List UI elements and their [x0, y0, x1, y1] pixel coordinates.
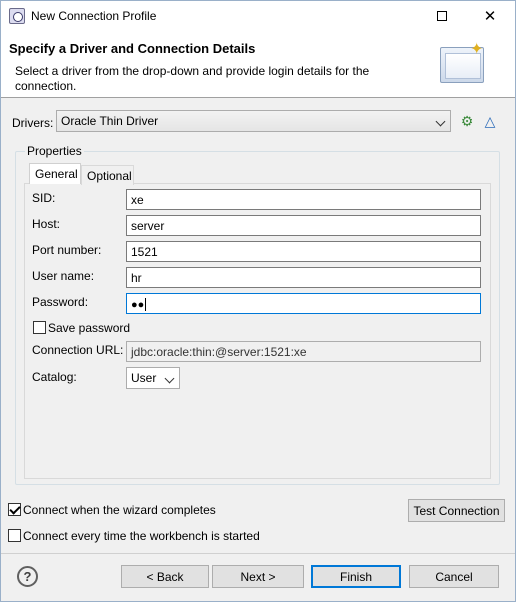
chevron-down-icon [164, 373, 175, 384]
password-value: ●● [131, 299, 145, 311]
wizard-banner: Specify a Driver and Connection Details … [1, 31, 515, 98]
help-icon[interactable]: ? [17, 566, 38, 587]
app-icon [9, 8, 25, 24]
tab-optional[interactable]: Optional [81, 165, 134, 185]
catalog-selected: User [131, 371, 157, 385]
connect-when-complete-label[interactable]: Connect when the wizard completes [23, 503, 216, 517]
maximize-icon [437, 11, 447, 21]
port-input[interactable]: 1521 [126, 241, 481, 262]
back-button[interactable]: < Back [121, 565, 209, 588]
window-title: New Connection Profile [31, 9, 157, 23]
finish-button[interactable]: Finish [311, 565, 401, 588]
drivers-selected: Oracle Thin Driver [61, 114, 159, 128]
password-label: Password: [32, 295, 89, 309]
title-bar: New Connection Profile ✕ [1, 1, 515, 31]
sid-input[interactable]: xe [126, 189, 481, 210]
edit-driver-icon[interactable]: △ [482, 113, 498, 129]
save-password-label[interactable]: Save password [48, 321, 130, 335]
connect-every-time-checkbox[interactable] [8, 529, 21, 542]
close-button[interactable]: ✕ [467, 1, 513, 31]
connect-every-time-label[interactable]: Connect every time the workbench is star… [23, 529, 260, 543]
host-input[interactable]: server [126, 215, 481, 236]
maximize-button[interactable] [419, 1, 465, 31]
banner-description: Select a driver from the drop-down and p… [15, 64, 370, 93]
connection-url-field: jdbc:oracle:thin:@server:1521:xe [126, 341, 481, 362]
properties-group-label: Properties [25, 144, 84, 158]
chevron-down-icon [435, 116, 446, 127]
wizard-graphic-icon: ✦ [438, 41, 486, 87]
host-label: Host: [32, 217, 61, 231]
sid-label: SID: [32, 191, 56, 205]
save-password-checkbox[interactable] [33, 321, 46, 334]
text-caret [145, 298, 147, 312]
port-label: Port number: [32, 243, 102, 257]
banner-title: Specify a Driver and Connection Details [9, 41, 256, 56]
catalog-label: Catalog: [32, 370, 77, 384]
password-input[interactable]: ●● [126, 293, 481, 314]
test-connection-button[interactable]: Test Connection [408, 499, 505, 522]
footer-divider [1, 553, 515, 554]
cancel-button[interactable]: Cancel [409, 565, 499, 588]
tab-general[interactable]: General [29, 163, 81, 184]
new-connection-profile-dialog: New Connection Profile ✕ Specify a Drive… [0, 0, 516, 602]
drivers-dropdown[interactable]: Oracle Thin Driver [56, 110, 451, 132]
drivers-label: Drivers: [12, 116, 54, 130]
next-button[interactable]: Next > [212, 565, 304, 588]
close-icon: ✕ [483, 8, 497, 25]
connection-url-label: Connection URL: [32, 343, 124, 357]
connect-when-complete-checkbox[interactable] [8, 503, 21, 516]
user-name-input[interactable]: hr [126, 267, 481, 288]
user-name-label: User name: [32, 269, 95, 283]
catalog-dropdown[interactable]: User [126, 367, 180, 389]
new-driver-icon[interactable]: ⚙ [459, 113, 475, 129]
